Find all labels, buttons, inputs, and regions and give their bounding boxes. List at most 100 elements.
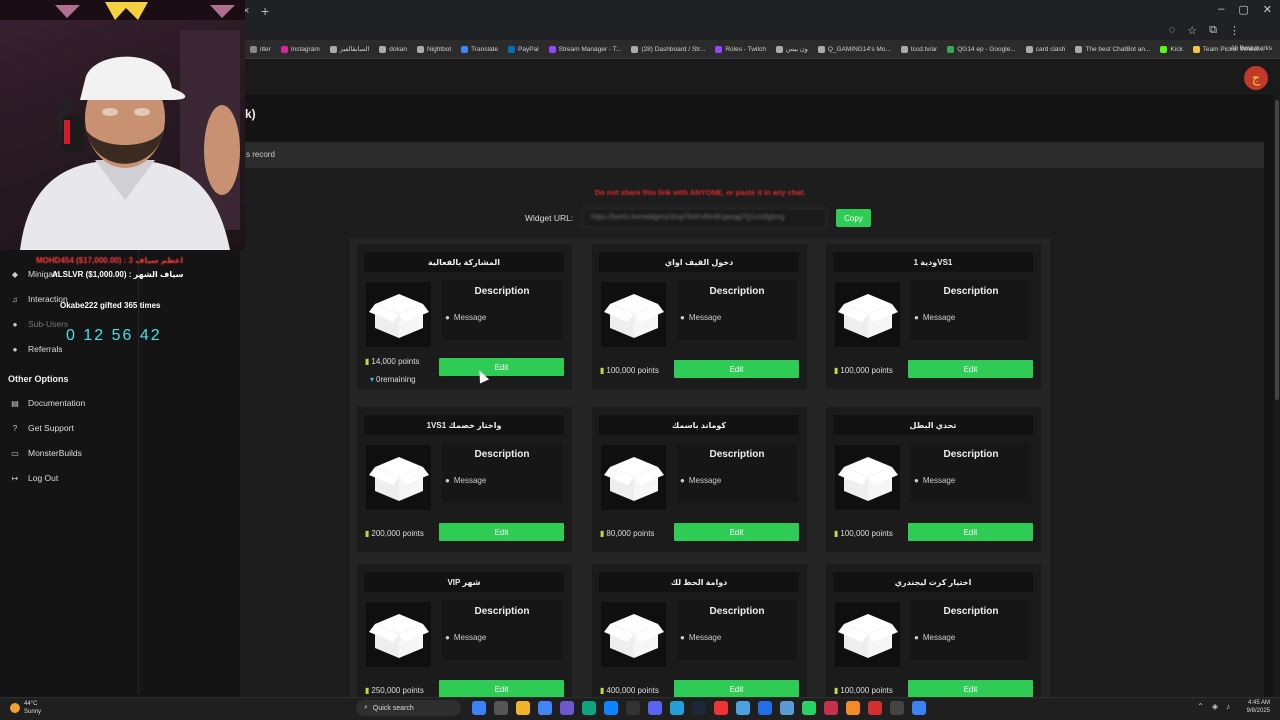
app-icon-5[interactable] [736, 701, 750, 715]
reward-card: المشاركة بالفعالية Description ● Message ▮ 14… [357, 244, 572, 389]
bookmark-favicon-icon [776, 45, 784, 53]
sidebar-item[interactable]: ● Referrals [10, 344, 63, 354]
edit-button[interactable]: Edit [908, 523, 1033, 541]
widget-url-field[interactable]: https://botrix.live/widgets/shop?bid=d9n… [582, 208, 827, 228]
reward-card: VIP شهر Description ● Message ▮ 250,000 point… [357, 564, 572, 709]
bookmark-item[interactable]: Q_GAMING14's Mo... [817, 45, 891, 53]
coin-icon: ▮ [600, 366, 605, 375]
message-row: ● Message [680, 476, 721, 485]
explorer-icon[interactable] [516, 701, 530, 715]
message-row: ● Message [445, 476, 486, 485]
reward-card: كوماند باسمك Description ● Message ▮ 80,000 p… [592, 407, 807, 552]
sidebar-item-label: Log Out [28, 473, 59, 483]
bookmark-item[interactable]: dokan [379, 45, 407, 53]
box-icon [601, 445, 666, 510]
message-row: ● Message [914, 633, 955, 642]
minimize-icon[interactable]: – [1218, 3, 1224, 16]
edit-button[interactable]: Edit [908, 680, 1033, 698]
bookmark-item[interactable]: Nightbot [416, 45, 451, 53]
bookmark-item[interactable]: itter [250, 45, 271, 53]
reward-card: اختيار كرت ليجندري Description ● Message ▮ 10… [826, 564, 1041, 709]
extensions-icon[interactable]: ⧉ [1209, 24, 1217, 37]
task-view-icon[interactable] [494, 701, 508, 715]
start-icon[interactable] [472, 701, 486, 715]
app-icon-3[interactable] [626, 701, 640, 715]
whatsapp-icon[interactable] [802, 701, 816, 715]
bookmark-favicon-icon [416, 45, 424, 53]
telegram-icon[interactable] [670, 701, 684, 715]
app-icon-6[interactable] [758, 701, 772, 715]
taskbar-clock[interactable]: 4:45 AM 9/8/2025 [1247, 699, 1270, 715]
message-row: ● Message [914, 476, 955, 485]
edit-button[interactable]: Edit [674, 680, 799, 698]
sidebar-other-item[interactable]: ▭ MonsterBuilds [10, 448, 82, 458]
bookmark-item[interactable]: Stream Manager - T... [548, 45, 621, 53]
scrollbar-thumb[interactable] [1275, 100, 1279, 400]
steam-icon[interactable] [692, 701, 706, 715]
edit-button[interactable]: Edit [674, 360, 799, 378]
sidebar-other-item[interactable]: ▤ Documentation [10, 398, 85, 408]
maximize-icon[interactable]: ▢ [1238, 3, 1248, 16]
volume-icon[interactable]: ♪ [1226, 702, 1230, 711]
edit-button[interactable]: Edit [439, 523, 564, 541]
copy-button[interactable]: Copy [836, 209, 871, 227]
app-icon-11[interactable] [890, 701, 904, 715]
taskbar-search[interactable]: ⌕ Quick search [356, 700, 461, 716]
chrome-icon[interactable] [538, 701, 552, 715]
app-icon-8[interactable] [824, 701, 838, 715]
app-icon-2[interactable] [582, 701, 596, 715]
edit-button[interactable]: Edit [439, 680, 564, 698]
bookmark-item[interactable]: QG14 ep - Google... [947, 45, 1016, 53]
bookmark-item[interactable]: card clash [1025, 45, 1065, 53]
bookmark-item[interactable]: ون بيس [776, 45, 808, 53]
close-window-icon[interactable]: ✕ [1263, 3, 1272, 16]
bookmark-favicon-icon [817, 45, 825, 53]
app-icon-10[interactable] [868, 701, 882, 715]
sidebar-other-item[interactable]: ? Get Support [10, 423, 74, 433]
new-tab-icon[interactable]: + [261, 3, 269, 19]
bookmark-label: PayPal [518, 45, 539, 53]
message-label: Message [453, 313, 487, 322]
edge-icon[interactable] [604, 701, 618, 715]
weather-widget[interactable]: 44°C Sunny [10, 700, 41, 716]
bookmark-item[interactable]: The best ChatBot an... [1075, 45, 1151, 53]
bookmark-label: itter [260, 45, 271, 53]
app-icon-9[interactable] [846, 701, 860, 715]
app-icon-4[interactable] [714, 701, 728, 715]
system-tray: ⌃ ◈ ♪ [1197, 702, 1230, 711]
bookmark-item[interactable]: Roles - Twitch [715, 45, 766, 53]
all-bookmarks-button[interactable]: All Bookmarks [1230, 45, 1272, 52]
app-icon-12[interactable] [912, 701, 926, 715]
sidebar-item[interactable]: ● Sub-Users [10, 319, 69, 329]
bookmark-item[interactable]: Translate [461, 45, 498, 53]
remaining-value: 0remaining [376, 375, 416, 384]
bookmark-item[interactable]: Instagram [280, 45, 320, 53]
discord-icon[interactable] [648, 701, 662, 715]
app-icon-1[interactable] [560, 701, 574, 715]
chevron-up-icon[interactable]: ⌃ [1197, 702, 1204, 711]
menu-icon[interactable]: ⋮ [1229, 24, 1240, 37]
network-icon[interactable]: ◈ [1212, 702, 1218, 711]
tab-record[interactable]: s record [246, 150, 275, 159]
bookmark-item[interactable]: Kick [1160, 45, 1183, 53]
edit-button[interactable]: Edit [439, 358, 564, 376]
reward-description: Description ● Message [911, 280, 1031, 340]
edit-button[interactable]: Edit [908, 360, 1033, 378]
sidebar-other-item[interactable]: ↦ Log Out [10, 473, 59, 483]
reward-card: 1VS1 واختار خصمك Description ● Message ▮ 200,… [357, 407, 572, 552]
bookmark-label: The best ChatBot an... [1085, 45, 1151, 53]
star-icon[interactable]: ☆ [1187, 24, 1197, 37]
bookmark-item[interactable]: (28) Dashboard / Str... [631, 45, 705, 53]
logout-icon: ↦ [11, 473, 19, 483]
avatar[interactable]: ج [1244, 66, 1268, 90]
description-heading: Description [943, 449, 999, 460]
bookmark-item[interactable]: PayPal [508, 45, 539, 53]
eye-off-icon[interactable]: ◌ [1169, 24, 1176, 37]
bookmark-item[interactable]: السابقالفيز [329, 45, 369, 53]
app-icon-7[interactable] [780, 701, 794, 715]
bookmark-item[interactable]: tccd.tv/ar [900, 45, 937, 53]
message-row: ● Message [680, 313, 721, 322]
reward-points: ▮ 100,000 points [834, 529, 893, 538]
box-icon [366, 602, 431, 667]
edit-button[interactable]: Edit [674, 523, 799, 541]
